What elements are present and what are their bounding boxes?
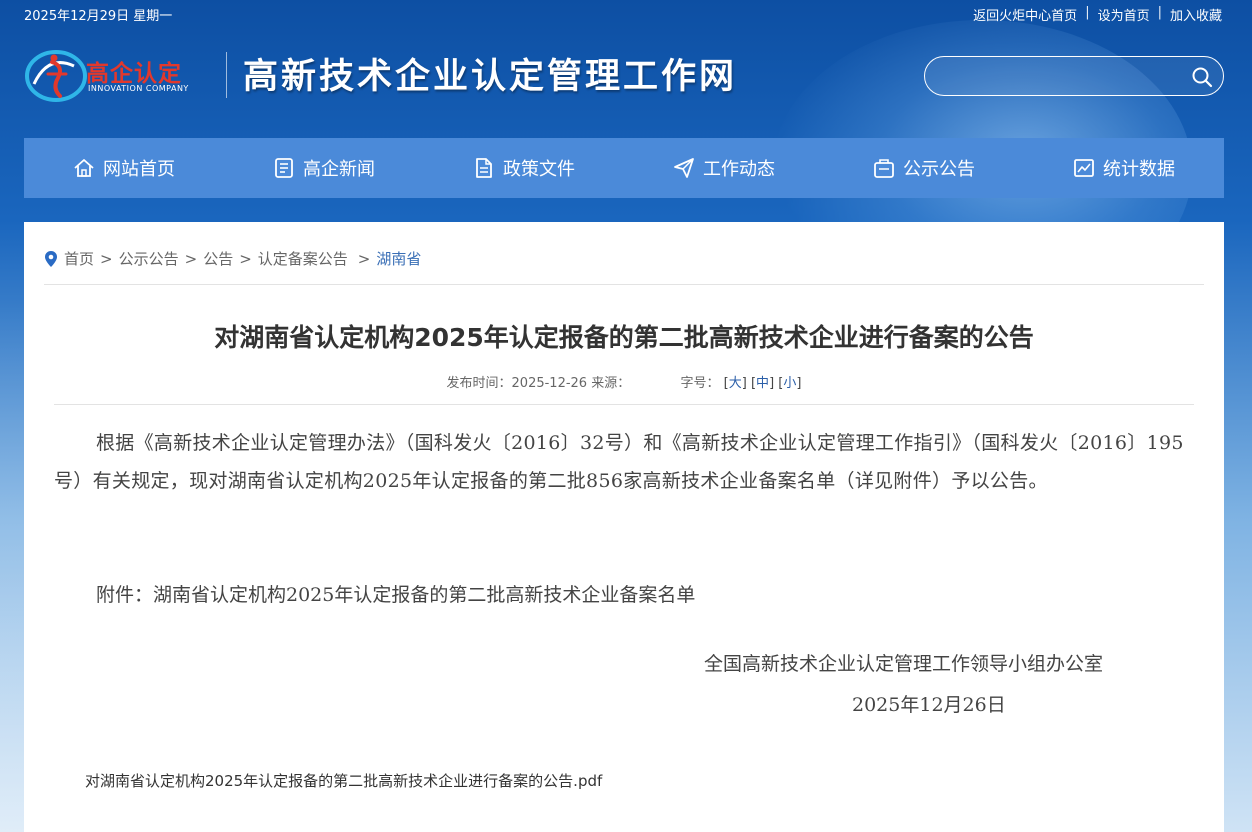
header-divider [226, 52, 227, 98]
document-icon [476, 158, 492, 178]
divider [44, 284, 1204, 285]
link-torch-center-home[interactable]: 返回火炬中心首页 [973, 5, 1077, 24]
breadcrumb-current[interactable]: 湖南省 [376, 248, 421, 269]
nav-label: 统计数据 [1103, 159, 1175, 180]
link-set-homepage[interactable]: 设为首页 [1098, 5, 1150, 24]
attachment-link[interactable]: 对湖南省认定机构2025年认定报备的第二批高新技术企业进行备案的公告.pdf [85, 770, 602, 791]
paper-plane-icon [674, 158, 694, 178]
announcement-icon [874, 159, 894, 178]
breadcrumb: 首页 > 公示公告 > 公告 > 认定备案公告 > 湖南省 [44, 248, 421, 269]
breadcrumb-filing-notice[interactable]: 认定备案公告 [258, 248, 348, 269]
site-title: 高新技术企业认定管理工作网 [243, 56, 738, 97]
current-date: 2025年12月29日 星期一 [24, 9, 173, 24]
home-icon [74, 159, 94, 177]
breadcrumb-separator: > [357, 249, 371, 268]
search-box [924, 56, 1224, 96]
logo-text-cn: 高企认定 [86, 60, 182, 87]
breadcrumb-separator: > [100, 249, 113, 268]
logo-text-en: INNOVATION COMPANY [88, 84, 189, 93]
top-bar: 2025年12月29日 星期一 返回火炬中心首页 | 设为首页 | 加入收藏 [24, 0, 1222, 26]
nav-item-home[interactable]: 网站首页 [24, 138, 224, 198]
link-add-favorite[interactable]: 加入收藏 [1170, 5, 1222, 24]
site-logo[interactable]: 高企认定 INNOVATION COMPANY [24, 44, 214, 106]
top-links: 返回火炬中心首页 | 设为首页 | 加入收藏 [973, 5, 1222, 24]
divider [54, 404, 1194, 405]
location-pin-icon [45, 250, 57, 267]
nav-item-work-updates[interactable]: 工作动态 [624, 138, 824, 198]
chart-icon [1074, 159, 1094, 177]
breadcrumb-notice[interactable]: 公告 [203, 248, 233, 269]
breadcrumb-separator: > [184, 249, 198, 268]
nav-item-announcements[interactable]: 公示公告 [824, 138, 1024, 198]
news-icon [275, 158, 293, 178]
search-input[interactable] [939, 65, 1179, 87]
article-title: 对湖南省认定机构2025年认定报备的第二批高新技术企业进行备案的公告 [214, 323, 1034, 352]
article-card: 首页 > 公示公告 > 公告 > 认定备案公告 > 湖南省 对湖南省认定机构20… [24, 222, 1224, 832]
font-size-large[interactable]: 大 [729, 376, 742, 391]
separator: | [1085, 5, 1090, 20]
nav-label: 公示公告 [903, 159, 975, 180]
breadcrumb-announcements[interactable]: 公示公告 [119, 248, 179, 269]
font-size-label: 字号： [680, 376, 720, 391]
article-meta: 发布时间：2025-12-26 来源： 字号： [大] [中] [小] [446, 376, 802, 391]
article-attachment-note: 附件：湖南省认定机构2025年认定报备的第二批高新技术企业备案名单 [96, 584, 696, 606]
signature-org: 全国高新技术企业认定管理工作领导小组办公室 [704, 653, 1104, 675]
nav-item-policy[interactable]: 政策文件 [424, 138, 624, 198]
signature-date: 2025年12月26日 [852, 694, 1006, 716]
nav-label: 政策文件 [503, 159, 575, 180]
nav-label: 工作动态 [703, 159, 775, 180]
publish-info: 发布时间：2025-12-26 来源： [446, 376, 631, 391]
nav-label: 高企新闻 [303, 159, 375, 180]
breadcrumb-separator: > [239, 249, 252, 268]
nav-item-news[interactable]: 高企新闻 [224, 138, 424, 198]
search-icon[interactable] [1191, 66, 1213, 88]
font-size-medium[interactable]: 中 [756, 376, 769, 391]
breadcrumb-home[interactable]: 首页 [64, 248, 94, 269]
separator: | [1157, 5, 1162, 20]
logo-swirl-icon [25, 50, 87, 102]
main-nav: 网站首页 高企新闻 政策文件 工作动态 公示公告 统计数据 [24, 138, 1224, 198]
article-paragraph: 根据《高新技术企业认定管理办法》（国科发火〔2016〕32号）和《高新技术企业认… [54, 432, 1184, 492]
nav-item-statistics[interactable]: 统计数据 [1024, 138, 1224, 198]
font-size-small[interactable]: 小 [783, 376, 796, 391]
nav-label: 网站首页 [103, 159, 175, 180]
